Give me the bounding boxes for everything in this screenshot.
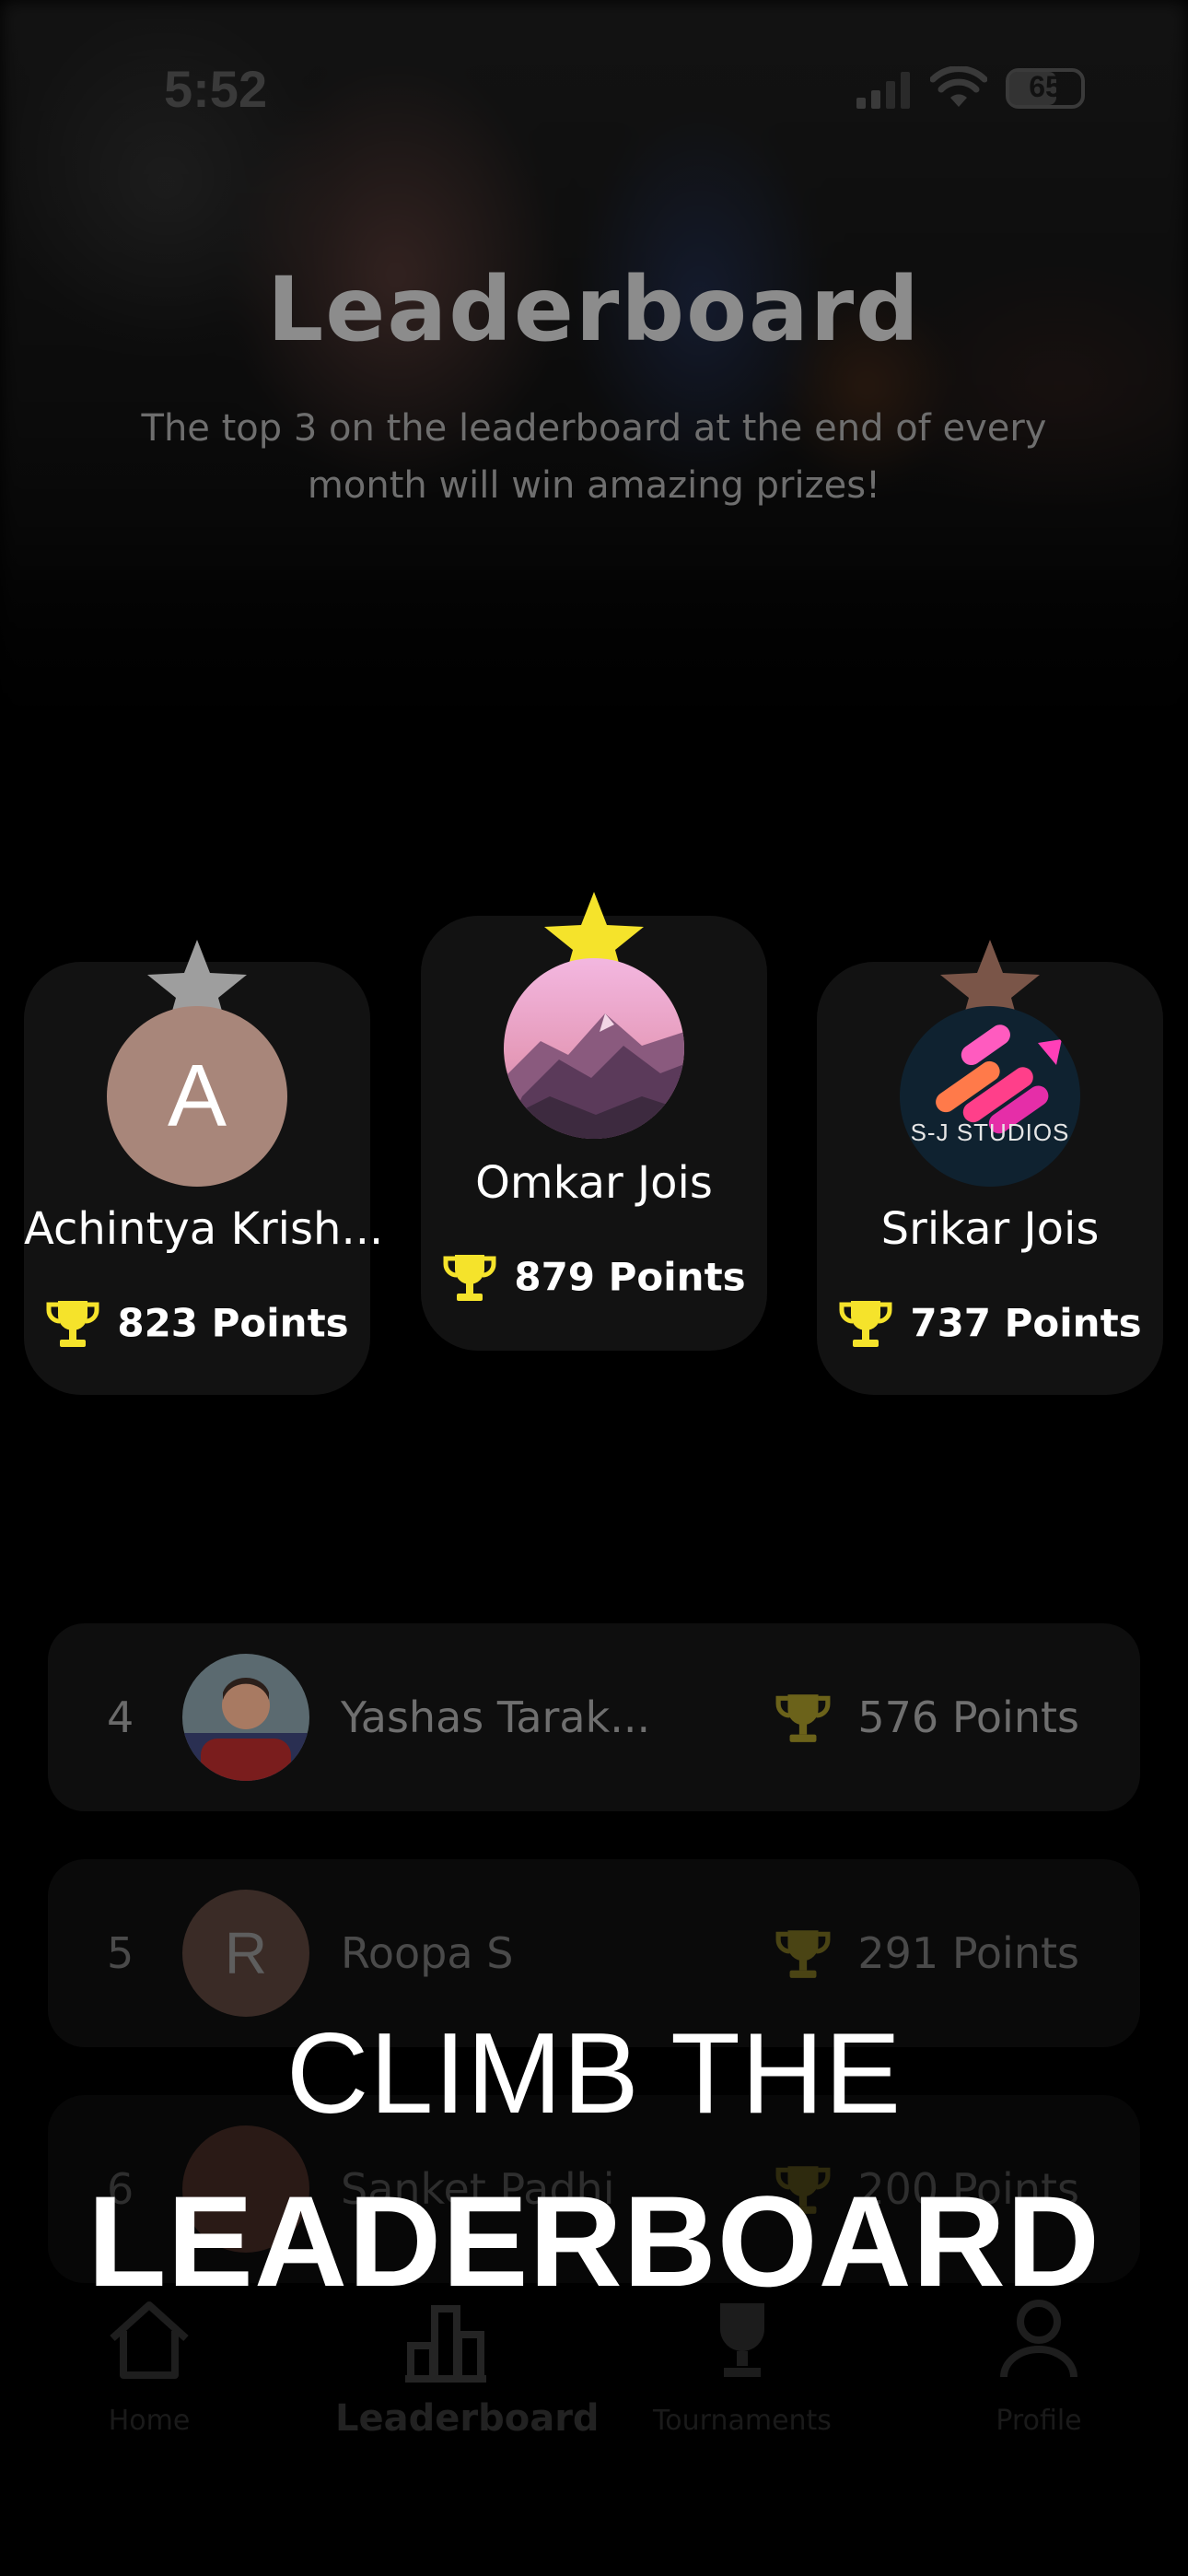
nav-home[interactable]: Home [39, 2294, 260, 2478]
podium-card-second[interactable]: A Achintya Krish... 823 Points [24, 940, 384, 1395]
nav-label: Leaderboard [335, 2397, 600, 2440]
avatar-studio-logo [900, 1006, 1080, 1187]
page-title: Leaderboard [267, 258, 921, 361]
player-name: Omkar Jois [475, 1157, 713, 1209]
trophy-icon [775, 1930, 831, 1978]
avatar-player-photo [182, 1654, 309, 1781]
nav-label: Tournaments [653, 2405, 832, 2437]
trophy-icon [443, 1255, 496, 1301]
avatar-letter: A [167, 1047, 227, 1145]
player-points: 879 Points [421, 1249, 767, 1305]
nav-label: Profile [996, 2405, 1082, 2437]
points-label: 291 Points [857, 1928, 1079, 1978]
nav-label: Home [108, 2405, 191, 2437]
avatar-logo-text: S-J STUDIOS [910, 1118, 1070, 1146]
player-name: Achintya Krish... [24, 1203, 384, 1255]
battery-percent: 65 [1029, 70, 1062, 103]
points-label: 823 Points [117, 1300, 349, 1346]
signal-icon [856, 72, 910, 109]
points-label: 576 Points [857, 1692, 1079, 1742]
promo-headline-line-2: LEADERBOARD [87, 2169, 1101, 2313]
podium-card-first[interactable]: Omkar Jois 879 Points [421, 892, 767, 1351]
promo-headline-line-1: CLIMB THE [285, 2010, 903, 2137]
player-points: 576 Points [775, 1623, 1079, 1811]
player-name: Yashas Tarak... [341, 1692, 651, 1742]
player-points: 823 Points [24, 1295, 370, 1351]
list-item-rank-4[interactable]: 4 Yashas Tarak... 576 Points [48, 1623, 1140, 1811]
podium-card-third[interactable]: S-J STUDIOS Srikar Jois 737 Points [817, 940, 1163, 1395]
wifi-icon [930, 66, 987, 107]
trophy-icon [775, 1694, 831, 1742]
trophy-icon [46, 1301, 99, 1347]
trophy-icon [839, 1301, 892, 1347]
status-time: 5:52 [164, 60, 268, 118]
avatar: R [182, 1890, 309, 2017]
nav-leaderboard[interactable]: Leaderboard [335, 2294, 600, 2478]
battery-icon: 65 [1006, 68, 1085, 109]
page-subtitle: The top 3 on the leaderboard at the end … [141, 407, 1047, 507]
avatar: A [107, 1006, 287, 1187]
points-label: 737 Points [910, 1300, 1142, 1346]
avatar-mountain-photo [504, 958, 684, 1139]
player-points: 737 Points [817, 1295, 1163, 1351]
status-bar: 5:52 65 [0, 55, 1188, 120]
player-name: Srikar Jois [880, 1203, 1100, 1255]
avatar-letter: R [224, 1920, 268, 1986]
nav-tournaments[interactable]: Tournaments [632, 2294, 853, 2478]
rank-number: 4 [107, 1692, 134, 1742]
points-label: 879 Points [514, 1254, 746, 1300]
leaderboard-screen: 5:52 65 Leaderboard The top 3 on the lea… [0, 0, 1188, 2576]
nav-profile[interactable]: Profile [928, 2294, 1149, 2478]
